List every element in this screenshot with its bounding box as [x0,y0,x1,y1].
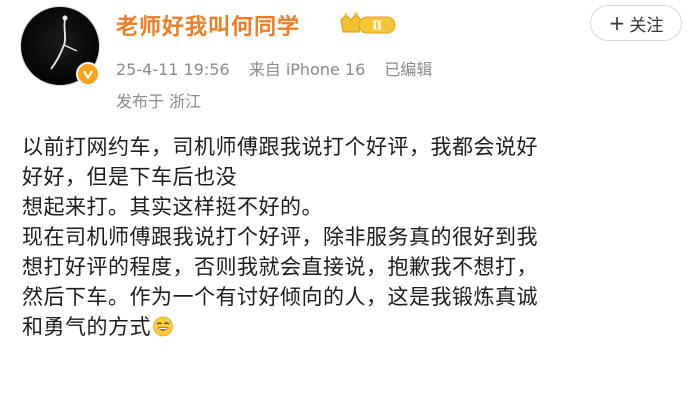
content-line-last: 和勇气的方式 [22,312,682,342]
weibo-post: 老师好我叫何同学 Ⅱ + 关注 25-4-11 19:56 来自 iPhone … [0,0,700,419]
edited-label[interactable]: 已编辑 [384,60,432,79]
content-line: 好好，但是下车后也没 [22,165,237,189]
content-line: 想起来打。其实这样挺不好的。 [22,195,323,219]
level-badge-label: Ⅱ [372,19,382,33]
username[interactable]: 老师好我叫何同学 [116,9,300,41]
post-content: 以前打网约车，司机师傅跟我说打个好评，我都会说好 好好，但是下车后也没 想起来打… [22,132,682,342]
level-badge[interactable]: Ⅱ [339,12,399,36]
content-line: 现在司机师傅跟我说打个好评，除非服务真的很好到我 [22,225,538,249]
post-meta: 25-4-11 19:56 来自 iPhone 16 已编辑 [116,56,446,80]
crown-level-icon [340,13,362,33]
plus-icon: + [608,11,626,35]
content-line: 想打好评的程度，否则我就会直接说，抱歉我不想打， [22,255,538,279]
content-line: 以前打网约车，司机师傅跟我说打个好评，我都会说好 [22,135,538,159]
post-date: 25-4-11 19:56 [116,60,230,79]
grinning-sweat-emoji-icon [152,315,174,337]
follow-button[interactable]: + 关注 [590,5,682,41]
post-location: 发布于 浙江 [116,88,215,112]
verified-badge-icon [76,62,100,86]
follow-label: 关注 [629,15,664,36]
content-line: 和勇气的方式 [22,315,151,339]
location-label: 发布于 浙江 [116,92,202,111]
content-line: 然后下车。作为一个有讨好倾向的人，这是我锻炼真诚 [22,285,538,309]
post-device: 来自 iPhone 16 [248,60,366,79]
avatar-wrapper[interactable] [20,6,100,86]
